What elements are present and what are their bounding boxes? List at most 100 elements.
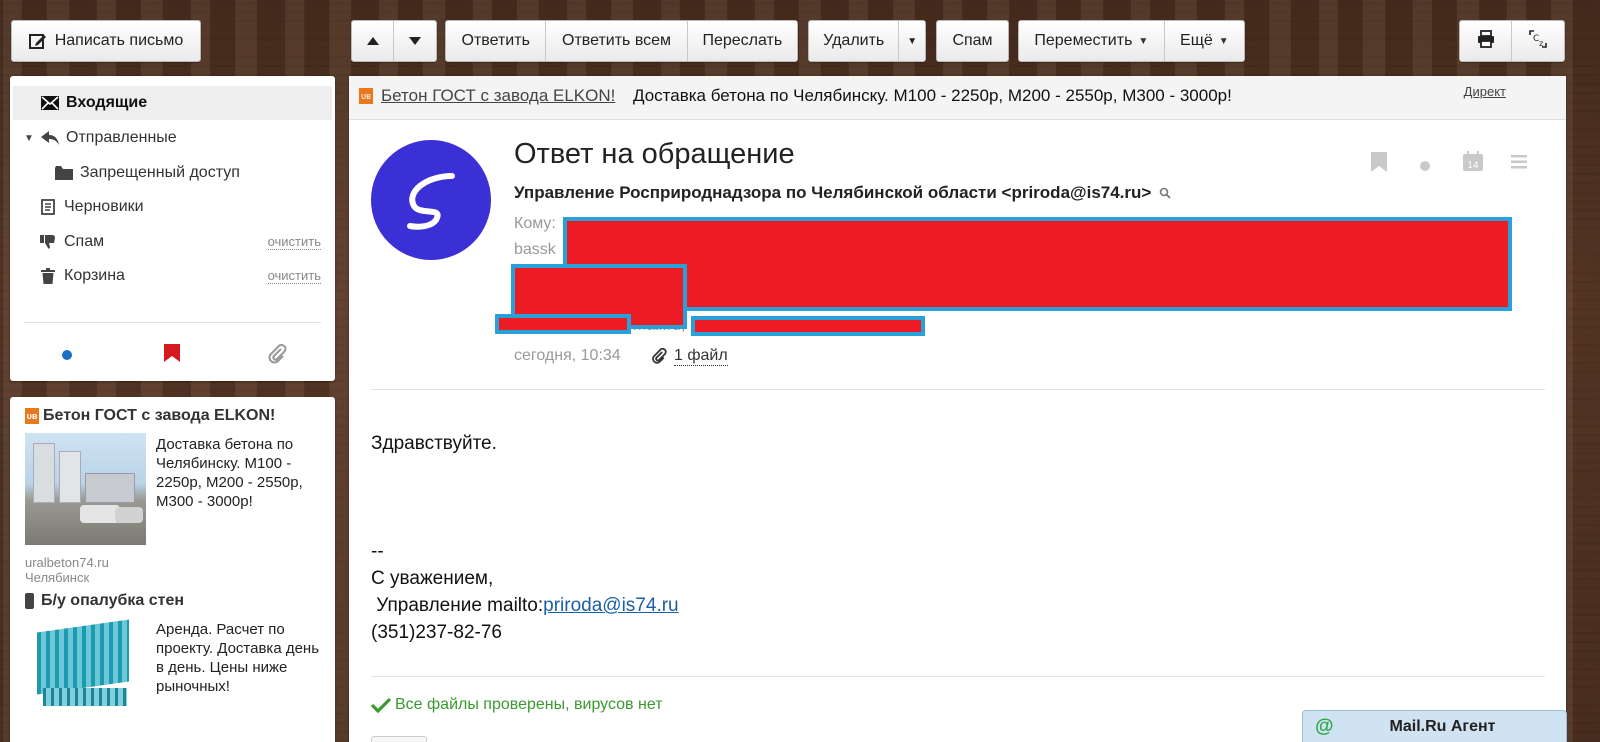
reply-group: Ответить Ответить всем Переслать [445, 20, 798, 62]
to-label: Кому: [514, 215, 556, 232]
caret-down-icon: ▼ [1138, 35, 1149, 47]
delete-button[interactable]: Удалить [809, 21, 900, 61]
draft-icon [38, 199, 58, 215]
compose-icon [28, 32, 47, 50]
body-divider [371, 676, 1545, 677]
ad-2-text: Аренда. Расчет по проекту. Доставка день… [156, 621, 320, 695]
attachment-paperclip-icon [651, 347, 667, 369]
body-signature-org: Управление mailto:priroda@is74.ru [371, 592, 678, 619]
folder-label: Черновики [64, 198, 144, 215]
unread-dot-icon[interactable] [61, 348, 73, 366]
move-button[interactable]: Переместить ▼ [1019, 21, 1165, 61]
ad-1-domain: uralbeton74.ru [25, 555, 109, 570]
folder-restricted[interactable]: Запрещенный доступ [10, 156, 335, 190]
nav-arrows [351, 20, 437, 62]
agent-label: Mail.Ru Агент [1389, 717, 1496, 735]
reply-button[interactable]: Ответить [446, 21, 547, 61]
attachments-link[interactable]: 1 файл [674, 347, 728, 366]
arrow-up-icon [366, 32, 379, 50]
forward-label: Переслать [702, 32, 783, 49]
folder-spam[interactable]: Спам очистить [10, 225, 335, 259]
translate-button[interactable]: Cz [1512, 21, 1564, 61]
clear-trash-link[interactable]: очистить [267, 268, 321, 284]
sender-name[interactable]: Управление Росприроднадзора по Челябинск… [514, 183, 1151, 203]
print-button[interactable] [1460, 21, 1513, 61]
bookmark-icon[interactable] [1371, 152, 1387, 177]
ad-2-image [25, 618, 146, 718]
spam-button[interactable]: Спам [936, 20, 1009, 62]
ad-1-text: Доставка бетона по Челябинску. М100 - 22… [156, 436, 303, 510]
trash-icon [38, 268, 58, 284]
body-greeting: Здравствуйте. [371, 433, 497, 454]
delete-dropdown-button[interactable]: ▼ [899, 21, 925, 61]
reply-label: Ответить [461, 32, 530, 49]
ad-2[interactable]: Б/у опалубка стен Аренда. Расчет по прое… [25, 592, 325, 718]
caret-down-icon: ▼ [1218, 35, 1229, 47]
folder-sent[interactable]: ▼ Отправленные [10, 121, 335, 155]
ad-2-title: Б/у опалубка стен [41, 592, 185, 609]
redaction-box-1 [563, 217, 1512, 311]
forward-button[interactable]: Переслать [688, 21, 797, 61]
folder-label: Корзина [64, 267, 125, 284]
direct-link[interactable]: Директ [1464, 84, 1506, 99]
more-button[interactable]: Ещё ▼ [1165, 21, 1244, 61]
svg-text:z: z [1539, 39, 1543, 48]
reply-all-button[interactable]: Ответить всем [546, 21, 688, 61]
arrow-down-icon [409, 32, 421, 50]
folders-panel: Входящие ▼ Отправленные Запрещенный дост… [10, 76, 335, 381]
at-sign-icon: @ [1315, 715, 1334, 737]
banner-ad-link[interactable]: Бетон ГОСТ с завода ELKON! [381, 86, 615, 106]
folder-label: Отправленные [66, 129, 177, 146]
envelope-icon [40, 96, 60, 110]
collapse-arrow-icon[interactable]: ▼ [24, 133, 40, 144]
yandex-direct-icon: ᴜв [25, 408, 39, 424]
spam-label: Спам [952, 32, 993, 49]
paperclip-icon[interactable] [267, 343, 287, 369]
ad-1-city: Челябинск [25, 570, 90, 585]
sender-avatar[interactable] [371, 140, 491, 260]
folder-drafts[interactable]: Черновики [10, 190, 335, 224]
bookmark-icon[interactable] [164, 344, 180, 367]
to-fragment: bassk [514, 241, 556, 258]
sidebar-divider [24, 322, 321, 323]
reply-arrow-icon [40, 131, 60, 145]
menu-icon[interactable] [1511, 155, 1527, 174]
reply-all-label: Ответить всем [562, 32, 672, 49]
prev-message-button[interactable] [352, 21, 395, 61]
attachment-thumbnail[interactable] [371, 736, 427, 742]
compose-button[interactable]: Написать письмо [11, 20, 201, 62]
body-org-text: Управление mailto: [371, 595, 544, 616]
mailru-agent-bar[interactable]: @ Mail.Ru Агент [1302, 710, 1567, 742]
compose-label: Написать письмо [54, 32, 184, 49]
read-status-dot-icon[interactable] [1420, 158, 1430, 176]
yandex-direct-icon: ᴜв [359, 88, 373, 104]
ad-1-image [25, 433, 146, 545]
virus-check-line: Все файлы проверены, вирусов нет [371, 696, 663, 714]
redaction-box-4 [691, 316, 925, 336]
message-body: Здравствуйте. -- С уважением, Управление… [371, 430, 679, 646]
move-label: Переместить [1034, 32, 1133, 49]
banner-ad-text: Доставка бетона по Челябинску. М100 - 22… [633, 86, 1232, 105]
ads-panel: ᴜв Бетон ГОСТ с завода ELKON! Доставка б… [10, 397, 335, 742]
translate-icon: Cz [1528, 29, 1548, 54]
search-icon[interactable] [1159, 187, 1171, 199]
direct-banner: ᴜв Бетон ГОСТ с завода ELKON! Доставка б… [349, 76, 1566, 120]
body-regards: С уважением, [371, 568, 494, 589]
thumbs-down-icon [38, 234, 58, 250]
clear-spam-link[interactable]: очистить [267, 234, 321, 250]
signature-email-link[interactable]: priroda@is74.ru [543, 595, 678, 616]
folder-label: Входящие [66, 94, 148, 111]
folder-inbox[interactable]: Входящие [10, 86, 335, 120]
checkmark-icon [371, 697, 391, 713]
folder-label: Спам [64, 233, 105, 250]
body-phone: (351)237-82-76 [371, 622, 502, 643]
caret-down-icon: ▼ [907, 35, 918, 47]
from-line: Управление Росприроднадзора по Челябинск… [514, 183, 1171, 203]
folder-trash[interactable]: Корзина очистить [10, 259, 335, 293]
ad-1[interactable]: ᴜв Бетон ГОСТ с завода ELKON! Доставка б… [25, 407, 325, 585]
calendar-icon[interactable]: 14 [1463, 151, 1483, 176]
tools-group: Cz [1459, 20, 1565, 62]
redaction-box-3 [495, 314, 631, 334]
next-message-button[interactable] [394, 21, 436, 61]
header-divider [371, 389, 1545, 390]
